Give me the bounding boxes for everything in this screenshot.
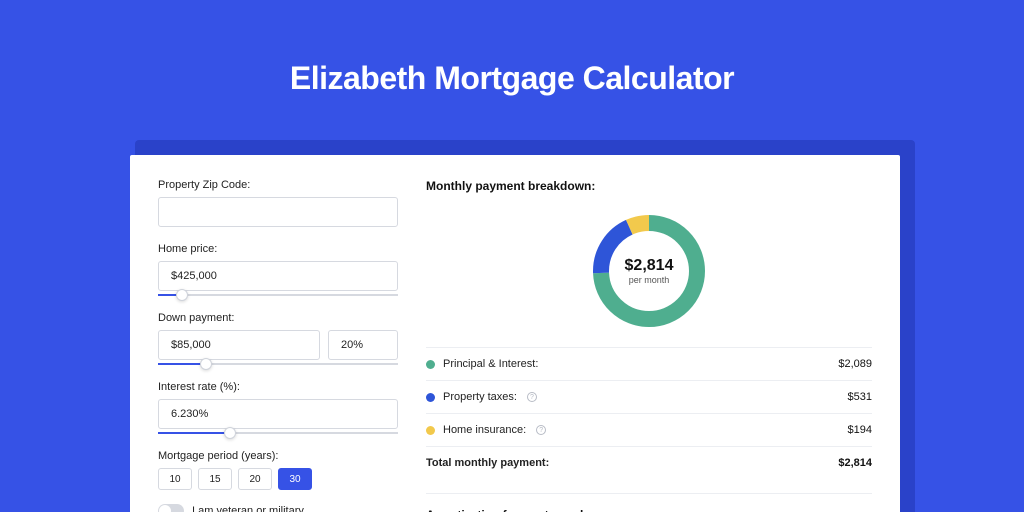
legend-dot xyxy=(426,426,435,435)
interest-rate-input[interactable] xyxy=(158,399,398,429)
down-payment-label: Down payment: xyxy=(158,312,398,324)
veteran-label: I am veteran or military xyxy=(192,505,304,512)
zip-input[interactable] xyxy=(158,197,398,227)
breakdown-label: Principal & Interest: xyxy=(443,358,538,370)
period-option-20[interactable]: 20 xyxy=(238,468,272,490)
period-option-30[interactable]: 30 xyxy=(278,468,312,490)
total-label: Total monthly payment: xyxy=(426,457,549,469)
interest-rate-slider[interactable] xyxy=(158,432,398,434)
period-option-10[interactable]: 10 xyxy=(158,468,192,490)
slider-thumb[interactable] xyxy=(224,427,236,439)
results-column: Monthly payment breakdown: $2,814 per mo… xyxy=(426,179,872,491)
donut-chart: $2,814 per month xyxy=(589,211,709,331)
slider-fill xyxy=(158,432,230,434)
slider-fill xyxy=(158,363,206,365)
donut-chart-wrap: $2,814 per month xyxy=(426,203,872,347)
down-payment-input[interactable] xyxy=(158,330,320,360)
down-payment-field: Down payment: xyxy=(158,312,398,365)
mortgage-period-label: Mortgage period (years): xyxy=(158,450,398,462)
info-icon[interactable]: ? xyxy=(527,392,537,402)
mortgage-period-options: 10 15 20 30 xyxy=(158,468,398,490)
slider-thumb[interactable] xyxy=(200,358,212,370)
breakdown-title: Monthly payment breakdown: xyxy=(426,179,872,193)
breakdown-row: Principal & Interest: $2,089 xyxy=(426,348,872,381)
breakdown-row-left: Home insurance:? xyxy=(426,424,546,436)
breakdown-value: $194 xyxy=(848,424,872,436)
form-column: Property Zip Code: Home price: Down paym… xyxy=(158,179,398,491)
page-background: Elizabeth Mortgage Calculator Property Z… xyxy=(0,0,1024,512)
veteran-toggle[interactable] xyxy=(158,504,184,512)
donut-sub: per month xyxy=(629,275,670,285)
down-payment-pct-input[interactable] xyxy=(328,330,398,360)
breakdown-row: Property taxes:? $531 xyxy=(426,381,872,414)
zip-label: Property Zip Code: xyxy=(158,179,398,191)
breakdown-label: Property taxes: xyxy=(443,391,517,403)
home-price-label: Home price: xyxy=(158,243,398,255)
total-value: $2,814 xyxy=(838,457,872,469)
toggle-knob xyxy=(159,505,171,512)
donut-amount: $2,814 xyxy=(625,257,674,275)
info-icon[interactable]: ? xyxy=(536,425,546,435)
breakdown-row-left: Principal & Interest: xyxy=(426,358,538,370)
period-option-15[interactable]: 15 xyxy=(198,468,232,490)
home-price-input[interactable] xyxy=(158,261,398,291)
veteran-row: I am veteran or military xyxy=(158,504,398,512)
interest-rate-field: Interest rate (%): xyxy=(158,381,398,434)
page-title: Elizabeth Mortgage Calculator xyxy=(0,0,1024,127)
donut-center: $2,814 per month xyxy=(589,211,709,331)
amortization-section: Amortization for mortgage loan Amortizat… xyxy=(426,493,872,512)
breakdown-row-left: Property taxes:? xyxy=(426,391,537,403)
breakdown-row: Home insurance:? $194 xyxy=(426,414,872,447)
zip-field: Property Zip Code: xyxy=(158,179,398,227)
interest-rate-label: Interest rate (%): xyxy=(158,381,398,393)
home-price-slider[interactable] xyxy=(158,294,398,296)
mortgage-period-field: Mortgage period (years): 10 15 20 30 xyxy=(158,450,398,490)
breakdown-label: Home insurance: xyxy=(443,424,526,436)
slider-thumb[interactable] xyxy=(176,289,188,301)
home-price-field: Home price: xyxy=(158,243,398,296)
calculator-card: Property Zip Code: Home price: Down paym… xyxy=(130,155,900,512)
breakdown-total-row: Total monthly payment: $2,814 xyxy=(426,447,872,479)
breakdown-value: $531 xyxy=(848,391,872,403)
breakdown-list: Principal & Interest: $2,089 Property taxe… xyxy=(426,347,872,479)
legend-dot xyxy=(426,360,435,369)
amortization-title: Amortization for mortgage loan xyxy=(426,508,872,512)
breakdown-value: $2,089 xyxy=(838,358,872,370)
legend-dot xyxy=(426,393,435,402)
down-payment-slider[interactable] xyxy=(158,363,398,365)
